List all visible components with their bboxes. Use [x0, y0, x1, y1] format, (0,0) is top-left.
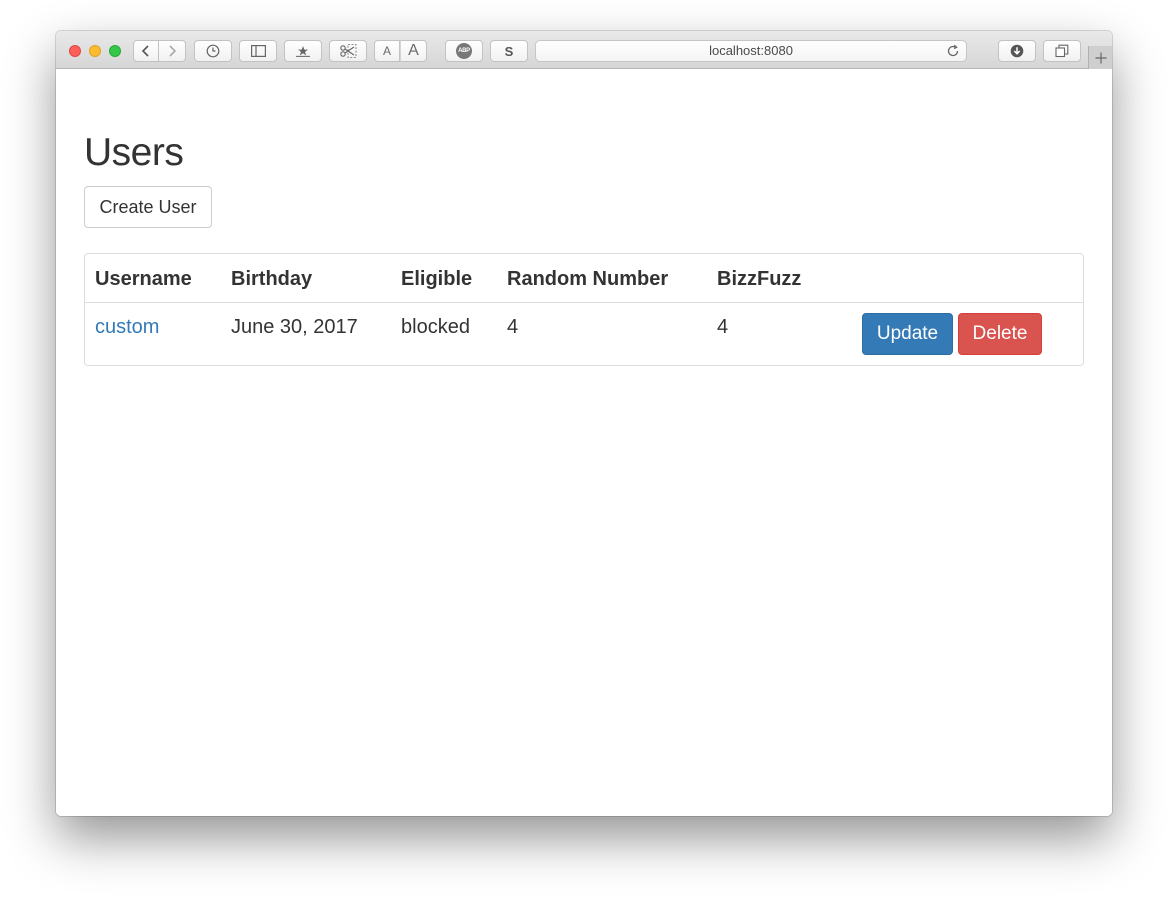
browser-toolbar: A A ABP S localhost:8080 — [56, 31, 1112, 69]
tab-overview-button[interactable] — [1043, 40, 1081, 62]
delete-button[interactable]: Delete — [958, 313, 1042, 355]
text-smaller-label: A — [382, 44, 391, 58]
column-header-bizzfuzz: BizzFuzz — [717, 268, 802, 290]
column-header-eligible: Eligible — [401, 268, 473, 290]
update-button[interactable]: Update — [862, 313, 953, 355]
column-header-birthday: Birthday — [231, 268, 313, 290]
text-smaller-button[interactable]: A — [374, 40, 400, 62]
adblock-label: ABP — [458, 48, 470, 54]
column-header-username: Username — [95, 268, 192, 290]
minimize-window-button[interactable] — [89, 45, 101, 57]
bookmarks-button[interactable] — [284, 40, 322, 62]
clock-icon — [206, 44, 220, 58]
close-window-button[interactable] — [69, 45, 81, 57]
url-text: localhost:8080 — [709, 43, 793, 58]
download-icon — [1010, 44, 1024, 58]
clip-button[interactable] — [329, 40, 367, 62]
cell-eligible: blocked — [401, 316, 470, 338]
sidebar-icon — [250, 45, 266, 57]
downloads-button[interactable] — [998, 40, 1036, 62]
back-button[interactable] — [133, 40, 159, 62]
header-divider — [85, 302, 1083, 303]
zoom-window-button[interactable] — [109, 45, 121, 57]
scissors-icon — [340, 44, 357, 58]
cell-username: custom — [95, 316, 159, 339]
chevron-left-icon — [141, 45, 149, 57]
browser-window: A A ABP S localhost:8080 Users Create Us… — [56, 31, 1112, 816]
cell-birthday: June 30, 2017 — [231, 316, 358, 338]
create-user-button[interactable]: Create User — [84, 186, 212, 228]
history-button[interactable] — [194, 40, 232, 62]
cell-bizzfuzz: 4 — [717, 316, 729, 338]
username-link[interactable]: custom — [95, 316, 159, 338]
star-icon — [296, 46, 310, 57]
sidebar-button[interactable] — [239, 40, 277, 62]
address-bar[interactable]: localhost:8080 — [535, 40, 967, 62]
tabs-icon — [1055, 44, 1069, 58]
page-content: Users Create User Username Birthday Elig… — [56, 69, 1112, 816]
s-extension-label: S — [504, 43, 514, 59]
cell-random-number: 4 — [507, 316, 519, 338]
users-table: Username Birthday Eligible Random Number… — [84, 253, 1084, 366]
text-larger-button[interactable]: A — [400, 40, 427, 62]
plus-icon — [1095, 52, 1106, 63]
adblock-icon: ABP — [456, 43, 472, 59]
page-title: Users — [84, 131, 184, 174]
forward-button[interactable] — [159, 40, 186, 62]
s-extension-button[interactable]: S — [490, 40, 528, 62]
reload-icon[interactable] — [946, 44, 960, 58]
text-larger-label: A — [408, 42, 419, 59]
new-tab-button[interactable] — [1088, 46, 1112, 69]
chevron-right-icon — [169, 45, 177, 57]
column-header-random-number: Random Number — [507, 268, 669, 290]
adblock-button[interactable]: ABP — [445, 40, 483, 62]
